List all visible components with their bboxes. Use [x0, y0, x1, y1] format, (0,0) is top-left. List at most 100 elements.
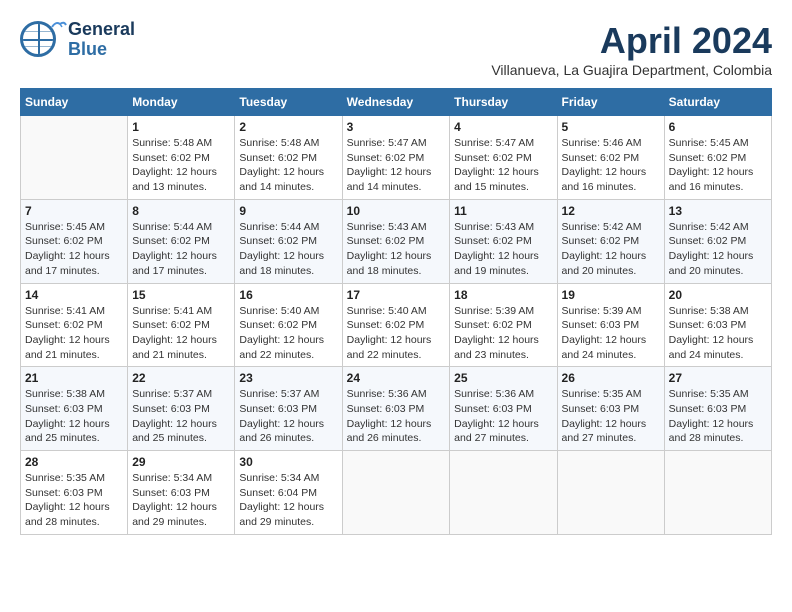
calendar-cell	[557, 451, 664, 535]
calendar-header-monday: Monday	[128, 89, 235, 116]
day-number: 14	[25, 288, 123, 302]
calendar-cell: 4Sunrise: 5:47 AM Sunset: 6:02 PM Daylig…	[450, 116, 557, 200]
calendar-header-row: SundayMondayTuesdayWednesdayThursdayFrid…	[21, 89, 772, 116]
calendar-cell: 6 Sunrise: 5:45 AM Sunset: 6:02 PM Daylig…	[664, 116, 771, 200]
day-info: Sunrise: 5:43 AM Sunset: 6:02 PM Dayligh…	[454, 220, 552, 279]
calendar-cell: 25 Sunrise: 5:36 AM Sunset: 6:03 PM Dayli…	[450, 367, 557, 451]
calendar-cell: 11 Sunrise: 5:43 AM Sunset: 6:02 PM Dayli…	[450, 199, 557, 283]
day-info: Sunrise: 5:39 AM Sunset: 6:03 PM Dayligh…	[562, 304, 660, 363]
calendar-cell: 26 Sunrise: 5:35 AM Sunset: 6:03 PM Dayli…	[557, 367, 664, 451]
calendar-cell: 23 Sunrise: 5:37 AM Sunset: 6:03 PM Dayli…	[235, 367, 342, 451]
day-info: Sunrise: 5:42 AM Sunset: 6:02 PM Dayligh…	[669, 220, 767, 279]
day-info: Sunrise: 5:37 AM Sunset: 6:03 PM Dayligh…	[132, 387, 230, 446]
calendar-week-2: 7 Sunrise: 5:45 AM Sunset: 6:02 PM Daylig…	[21, 199, 772, 283]
calendar-cell: 12 Sunrise: 5:42 AM Sunset: 6:02 PM Dayli…	[557, 199, 664, 283]
day-info: Sunrise: 5:36 AM Sunset: 6:03 PM Dayligh…	[454, 387, 552, 446]
calendar-cell: 10 Sunrise: 5:43 AM Sunset: 6:02 PM Dayli…	[342, 199, 450, 283]
day-number: 30	[239, 455, 337, 469]
day-number: 4	[454, 120, 552, 134]
calendar-table: SundayMondayTuesdayWednesdayThursdayFrid…	[20, 88, 772, 535]
day-info: Sunrise: 5:47 AM Sunset: 6:02 PM Dayligh…	[347, 136, 446, 195]
calendar-cell: 15 Sunrise: 5:41 AM Sunset: 6:02 PM Dayli…	[128, 283, 235, 367]
day-number: 1	[132, 120, 230, 134]
day-number: 10	[347, 204, 446, 218]
day-info: Sunrise: 5:40 AM Sunset: 6:02 PM Dayligh…	[239, 304, 337, 363]
day-number: 23	[239, 371, 337, 385]
day-info: Sunrise: 5:41 AM Sunset: 6:02 PM Dayligh…	[25, 304, 123, 363]
day-info: Sunrise: 5:37 AM Sunset: 6:03 PM Dayligh…	[239, 387, 337, 446]
day-number: 3	[347, 120, 446, 134]
calendar-cell	[450, 451, 557, 535]
day-number: 12	[562, 204, 660, 218]
day-info: Sunrise: 5:45 AM Sunset: 6:02 PM Dayligh…	[25, 220, 123, 279]
calendar-week-4: 21 Sunrise: 5:38 AM Sunset: 6:03 PM Dayli…	[21, 367, 772, 451]
calendar-header-thursday: Thursday	[450, 89, 557, 116]
calendar-cell	[21, 116, 128, 200]
day-info: Sunrise: 5:45 AM Sunset: 6:02 PM Dayligh…	[669, 136, 767, 195]
day-info: Sunrise: 5:35 AM Sunset: 6:03 PM Dayligh…	[25, 471, 123, 530]
day-number: 11	[454, 204, 552, 218]
calendar-cell: 1 Sunrise: 5:48 AM Sunset: 6:02 PM Daylig…	[128, 116, 235, 200]
day-info: Sunrise: 5:36 AM Sunset: 6:03 PM Dayligh…	[347, 387, 446, 446]
day-info: Sunrise: 5:48 AM Sunset: 6:02 PM Dayligh…	[132, 136, 230, 195]
day-number: 21	[25, 371, 123, 385]
day-info: Sunrise: 5:48 AM Sunset: 6:02 PM Dayligh…	[239, 136, 337, 195]
logo-general: General	[68, 20, 135, 40]
calendar-cell: 5Sunrise: 5:46 AM Sunset: 6:02 PM Daylig…	[557, 116, 664, 200]
day-info: Sunrise: 5:34 AM Sunset: 6:04 PM Dayligh…	[239, 471, 337, 530]
day-info: Sunrise: 5:35 AM Sunset: 6:03 PM Dayligh…	[562, 387, 660, 446]
day-number: 28	[25, 455, 123, 469]
day-number: 29	[132, 455, 230, 469]
location-title: Villanueva, La Guajira Department, Colom…	[491, 62, 772, 78]
calendar-header-friday: Friday	[557, 89, 664, 116]
calendar-cell: 24 Sunrise: 5:36 AM Sunset: 6:03 PM Dayli…	[342, 367, 450, 451]
calendar-cell: 2 Sunrise: 5:48 AM Sunset: 6:02 PM Daylig…	[235, 116, 342, 200]
day-info: Sunrise: 5:43 AM Sunset: 6:02 PM Dayligh…	[347, 220, 446, 279]
day-number: 22	[132, 371, 230, 385]
calendar-cell: 29Sunrise: 5:34 AM Sunset: 6:03 PM Dayli…	[128, 451, 235, 535]
calendar-cell: 17Sunrise: 5:40 AM Sunset: 6:02 PM Dayli…	[342, 283, 450, 367]
calendar-cell: 19Sunrise: 5:39 AM Sunset: 6:03 PM Dayli…	[557, 283, 664, 367]
calendar-header-saturday: Saturday	[664, 89, 771, 116]
logo-blue: Blue	[68, 40, 135, 60]
day-number: 26	[562, 371, 660, 385]
day-number: 2	[239, 120, 337, 134]
day-info: Sunrise: 5:38 AM Sunset: 6:03 PM Dayligh…	[25, 387, 123, 446]
day-number: 16	[239, 288, 337, 302]
day-info: Sunrise: 5:44 AM Sunset: 6:02 PM Dayligh…	[132, 220, 230, 279]
day-number: 15	[132, 288, 230, 302]
day-number: 5	[562, 120, 660, 134]
day-info: Sunrise: 5:42 AM Sunset: 6:02 PM Dayligh…	[562, 220, 660, 279]
day-info: Sunrise: 5:35 AM Sunset: 6:03 PM Dayligh…	[669, 387, 767, 446]
calendar-cell: 9 Sunrise: 5:44 AM Sunset: 6:02 PM Daylig…	[235, 199, 342, 283]
calendar-cell: 8 Sunrise: 5:44 AM Sunset: 6:02 PM Daylig…	[128, 199, 235, 283]
calendar-week-5: 28 Sunrise: 5:35 AM Sunset: 6:03 PM Dayli…	[21, 451, 772, 535]
day-number: 24	[347, 371, 446, 385]
calendar-cell: 14 Sunrise: 5:41 AM Sunset: 6:02 PM Dayli…	[21, 283, 128, 367]
title-area: April 2024 Villanueva, La Guajira Depart…	[491, 20, 772, 78]
day-number: 20	[669, 288, 767, 302]
day-number: 9	[239, 204, 337, 218]
day-number: 6	[669, 120, 767, 134]
calendar-cell	[664, 451, 771, 535]
calendar-cell: 27Sunrise: 5:35 AM Sunset: 6:03 PM Dayli…	[664, 367, 771, 451]
calendar-cell: 16 Sunrise: 5:40 AM Sunset: 6:02 PM Dayli…	[235, 283, 342, 367]
header: General Blue April 2024 Villanueva, La G…	[20, 20, 772, 78]
calendar-cell: 21 Sunrise: 5:38 AM Sunset: 6:03 PM Dayli…	[21, 367, 128, 451]
calendar-week-3: 14 Sunrise: 5:41 AM Sunset: 6:02 PM Dayli…	[21, 283, 772, 367]
logo: General Blue	[20, 20, 135, 60]
day-number: 25	[454, 371, 552, 385]
calendar-body: 1 Sunrise: 5:48 AM Sunset: 6:02 PM Daylig…	[21, 116, 772, 535]
calendar-cell: 28 Sunrise: 5:35 AM Sunset: 6:03 PM Dayli…	[21, 451, 128, 535]
calendar-header-sunday: Sunday	[21, 89, 128, 116]
day-number: 8	[132, 204, 230, 218]
day-info: Sunrise: 5:44 AM Sunset: 6:02 PM Dayligh…	[239, 220, 337, 279]
calendar-cell: 13Sunrise: 5:42 AM Sunset: 6:02 PM Dayli…	[664, 199, 771, 283]
day-number: 18	[454, 288, 552, 302]
calendar-cell: 3 Sunrise: 5:47 AM Sunset: 6:02 PM Daylig…	[342, 116, 450, 200]
calendar-week-1: 1 Sunrise: 5:48 AM Sunset: 6:02 PM Daylig…	[21, 116, 772, 200]
day-info: Sunrise: 5:41 AM Sunset: 6:02 PM Dayligh…	[132, 304, 230, 363]
calendar-header-tuesday: Tuesday	[235, 89, 342, 116]
day-number: 7	[25, 204, 123, 218]
calendar-cell: 20Sunrise: 5:38 AM Sunset: 6:03 PM Dayli…	[664, 283, 771, 367]
